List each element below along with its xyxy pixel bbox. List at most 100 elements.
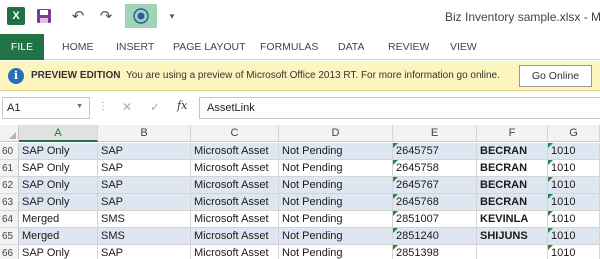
cell[interactable]: 2645767 <box>393 177 477 194</box>
column-header-b[interactable]: B <box>98 125 191 142</box>
formula-input[interactable]: AssetLink <box>199 97 600 119</box>
cell[interactable]: 2851240 <box>393 228 477 245</box>
tab-formulas[interactable]: FORMULAS <box>260 34 318 60</box>
cell[interactable]: SAP Only <box>19 194 98 211</box>
cell[interactable]: 1010 <box>548 211 600 228</box>
cancel-icon[interactable]: ✕ <box>122 100 132 114</box>
cell[interactable]: SMS <box>98 228 191 245</box>
tab-insert[interactable]: INSERT <box>116 34 154 60</box>
cell[interactable]: SAP Only <box>19 177 98 194</box>
tab-view[interactable]: VIEW <box>450 34 477 60</box>
cell[interactable]: 2851398 <box>393 245 477 259</box>
tab-review[interactable]: REVIEW <box>388 34 429 60</box>
cell[interactable]: 1010 <box>548 245 600 259</box>
column-header-g[interactable]: G <box>548 125 600 142</box>
cell[interactable]: KEVINLA <box>477 211 548 228</box>
cell[interactable]: Not Pending <box>279 177 393 194</box>
select-all-button[interactable] <box>0 125 19 142</box>
column-header-d[interactable]: D <box>279 125 393 142</box>
column-header-c[interactable]: C <box>191 125 279 142</box>
touch-glyph <box>133 8 149 24</box>
message-title: PREVIEW EDITION <box>31 70 121 81</box>
cell[interactable]: Microsoft Asset <box>191 228 279 245</box>
cell[interactable]: SAP <box>98 160 191 177</box>
cell[interactable]: Not Pending <box>279 245 393 259</box>
cell[interactable]: SAP Only <box>19 245 98 259</box>
row-header[interactable]: 61 <box>0 160 19 177</box>
cell[interactable] <box>477 245 548 259</box>
name-box-value: A1 <box>7 102 21 114</box>
cell[interactable]: Microsoft Asset <box>191 143 279 160</box>
insert-function-icon[interactable]: fx <box>177 99 187 112</box>
cell[interactable]: 1010 <box>548 177 600 194</box>
cell[interactable]: Not Pending <box>279 211 393 228</box>
cell[interactable]: 1010 <box>548 194 600 211</box>
cell[interactable]: Microsoft Asset <box>191 160 279 177</box>
cell[interactable]: 2645758 <box>393 160 477 177</box>
cell[interactable]: SAP <box>98 143 191 160</box>
worksheet-grid: A B C D E F G 60 SAP Only SAP Microsoft … <box>0 125 600 259</box>
cell[interactable]: Merged <box>19 228 98 245</box>
cell[interactable]: BECRAN <box>477 177 548 194</box>
cell[interactable]: Microsoft Asset <box>191 245 279 259</box>
cell[interactable]: 1010 <box>548 228 600 245</box>
save-glyph <box>37 9 51 23</box>
row-header[interactable]: 63 <box>0 194 19 211</box>
document-title: Biz Inventory sample.xlsx - Micr <box>445 10 600 24</box>
cell[interactable]: 1010 <box>548 143 600 160</box>
tab-home[interactable]: HOME <box>62 34 94 60</box>
formula-bar: A1 ▼ ⋮ ✕ ✓ fx AssetLink <box>0 95 600 121</box>
save-icon[interactable] <box>36 5 52 27</box>
column-header-e[interactable]: E <box>393 125 477 142</box>
formula-value: AssetLink <box>207 102 255 114</box>
cell[interactable]: Not Pending <box>279 194 393 211</box>
splitter-icon[interactable]: ⋮ <box>98 101 108 112</box>
column-header-a[interactable]: A <box>19 125 98 142</box>
enter-icon[interactable]: ✓ <box>150 100 160 114</box>
name-box[interactable]: A1 ▼ <box>2 97 90 119</box>
customize-qat-icon[interactable]: ▾ <box>166 5 178 27</box>
cell[interactable]: Microsoft Asset <box>191 194 279 211</box>
cell[interactable]: BECRAN <box>477 194 548 211</box>
cell[interactable]: Microsoft Asset <box>191 177 279 194</box>
cell[interactable]: BECRAN <box>477 160 548 177</box>
go-online-button[interactable]: Go Online <box>519 65 592 87</box>
info-icon: i <box>8 68 24 84</box>
cell[interactable]: Not Pending <box>279 228 393 245</box>
cell[interactable]: BECRAN <box>477 143 548 160</box>
cell[interactable]: Not Pending <box>279 143 393 160</box>
redo-icon[interactable]: ↷ <box>97 5 115 27</box>
column-header-f[interactable]: F <box>477 125 548 142</box>
title-bar: X ↶ ↷ ▾ Biz Inventory sample.xlsx - Micr <box>0 0 600 34</box>
cell[interactable]: 1010 <box>548 160 600 177</box>
select-all-icon <box>9 132 16 139</box>
row-header[interactable]: 60 <box>0 143 19 160</box>
ribbon-tabs: FILE HOME INSERT PAGE LAYOUT FORMULAS DA… <box>0 34 600 60</box>
cell[interactable]: SMS <box>98 211 191 228</box>
row-header[interactable]: 65 <box>0 228 19 245</box>
cell[interactable]: SAP Only <box>19 143 98 160</box>
cell[interactable]: Merged <box>19 211 98 228</box>
touch-mode-icon[interactable] <box>125 4 157 28</box>
cell[interactable]: Not Pending <box>279 160 393 177</box>
row-header[interactable]: 62 <box>0 177 19 194</box>
message-text: You are using a preview of Microsoft Off… <box>126 70 500 81</box>
cell[interactable]: Microsoft Asset <box>191 211 279 228</box>
message-bar: i PREVIEW EDITION You are using a previe… <box>0 61 600 91</box>
tab-file[interactable]: FILE <box>0 34 44 60</box>
chevron-down-icon[interactable]: ▼ <box>76 103 83 110</box>
undo-icon[interactable]: ↶ <box>69 5 87 27</box>
cell[interactable]: 2851007 <box>393 211 477 228</box>
tab-data[interactable]: DATA <box>338 34 364 60</box>
cell[interactable]: SAP <box>98 194 191 211</box>
cell[interactable]: 2645768 <box>393 194 477 211</box>
cell[interactable]: SAP Only <box>19 160 98 177</box>
excel-logo-icon[interactable]: X <box>7 7 25 25</box>
cell[interactable]: SAP <box>98 177 191 194</box>
row-header[interactable]: 66 <box>0 245 19 259</box>
tab-page-layout[interactable]: PAGE LAYOUT <box>173 34 246 60</box>
cell[interactable]: SHIJUNS <box>477 228 548 245</box>
cell[interactable]: 2645757 <box>393 143 477 160</box>
row-header[interactable]: 64 <box>0 211 19 228</box>
cell[interactable]: SAP <box>98 245 191 259</box>
